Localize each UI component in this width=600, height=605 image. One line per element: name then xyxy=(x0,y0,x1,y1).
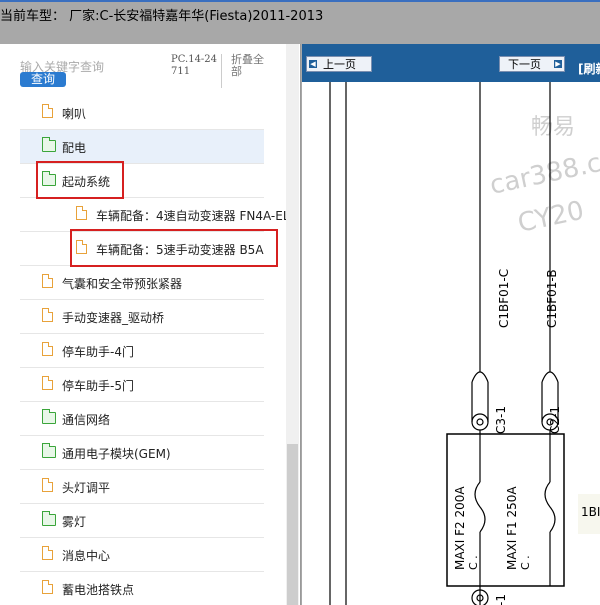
tree-item[interactable]: 蓄电池搭铁点 xyxy=(20,572,264,605)
tree-item-label: 通信网络 xyxy=(62,413,111,427)
document-icon xyxy=(42,104,53,118)
folder-icon xyxy=(42,443,56,458)
tree-item[interactable]: 手动变速器_驱动桥 xyxy=(20,300,264,334)
tree-item[interactable]: 通信网络 xyxy=(20,402,264,436)
folder-icon xyxy=(42,409,56,424)
viewer-toolbar: ◀ 上一页 下一页 ▶ [刷新 xyxy=(302,44,600,82)
document-icon xyxy=(42,308,53,322)
document-icon xyxy=(42,342,53,356)
highlight-box xyxy=(70,229,278,267)
next-page-button[interactable]: 下一页 ▶ xyxy=(499,56,565,72)
tree-scrollbar[interactable] xyxy=(286,44,299,605)
tree-item[interactable]: 通用电子模块(GEM) xyxy=(20,436,264,470)
tree-item-label: 喇叭 xyxy=(62,107,87,121)
prev-page-label: 上一页 xyxy=(323,58,356,71)
arrow-right-icon: ▶ xyxy=(554,60,562,68)
watermark-text-1: 畅易 xyxy=(531,115,575,140)
tree-item[interactable]: 气囊和安全带预张紧器 xyxy=(20,266,264,300)
document-icon xyxy=(42,580,53,594)
pc-number: PC.14-24711 xyxy=(171,54,222,88)
document-icon xyxy=(42,546,53,560)
prev-page-button[interactable]: ◀ 上一页 xyxy=(306,56,372,72)
next-page-label: 下一页 xyxy=(508,58,541,71)
tree-item[interactable]: 车辆配备：4速自动变速器 FN4A-EL xyxy=(20,198,286,232)
document-icon xyxy=(42,274,53,288)
watermark-text-2: car388.c xyxy=(487,148,600,201)
arrow-left-icon: ◀ xyxy=(309,60,317,68)
tree-item-label: 消息中心 xyxy=(62,549,111,563)
tree-item-label: 配电 xyxy=(62,141,87,155)
titlebar-accent-line xyxy=(0,0,600,2)
watermark-text-3: CY20 xyxy=(515,196,586,239)
fuse-label-left: MAXI F2 200A xyxy=(453,486,467,570)
current-vehicle-label: 当前车型： 厂家:C-长安福特嘉年华(Fiesta)2011-2013 xyxy=(0,9,324,24)
pin-label-bottom: C1-1 xyxy=(494,594,508,605)
category-tree: 喇叭 配电 起动系统 车辆配备：4速自动变速器 FN4A-EL 车辆配备：5速手动变速器… xyxy=(0,96,286,605)
pin-label-right: C2-1 xyxy=(548,406,562,434)
diagram-viewer: ◀ 上一页 下一页 ▶ [刷新 畅易 car388.c CY20 C1BF01-… xyxy=(302,44,600,605)
connector-symbol-left xyxy=(471,371,489,431)
pin-label-left: C3-1 xyxy=(494,406,508,434)
collapse-all-button[interactable]: 折叠全部 xyxy=(231,54,271,78)
watermark: 畅易 car388.c CY20 xyxy=(487,115,600,239)
tree-item-label: 手动变速器_驱动桥 xyxy=(62,311,165,325)
tree-item-label: 气囊和安全带预张紧器 xyxy=(62,277,183,291)
document-icon xyxy=(76,206,87,220)
connector-label-left: C1BF01-C xyxy=(497,269,511,328)
document-icon xyxy=(42,478,53,492)
fuse-sub-left: C . xyxy=(467,555,480,570)
fuse-sub-right: C . xyxy=(519,555,532,570)
tree-item-label: 蓄电池搭铁点 xyxy=(62,583,135,597)
window-titlebar: 当前车型： 厂家:C-长安福特嘉年华(Fiesta)2011-2013 xyxy=(0,0,600,44)
tree-item-label: 停车助手-4门 xyxy=(62,345,134,359)
tree-item-label: 雾灯 xyxy=(62,515,87,529)
tree-item[interactable]: 头灯调平 xyxy=(20,470,264,504)
refresh-link[interactable]: [刷新 xyxy=(578,60,600,77)
folder-icon xyxy=(42,137,56,152)
tree-item-label: 车辆配备：4速自动变速器 FN4A-EL xyxy=(96,209,286,223)
tree-item[interactable]: 消息中心 xyxy=(20,538,264,572)
highlight-box xyxy=(36,161,124,199)
tree-item[interactable]: 配电 xyxy=(20,130,264,164)
side-label: 1BI xyxy=(581,505,600,519)
tree-item-label: 停车助手-5门 xyxy=(62,379,134,393)
connector-label-right: C1BF01-B xyxy=(545,269,559,328)
search-button[interactable]: 查询 xyxy=(20,72,66,87)
navigation-pane: 输入关键字查询 查询 PC.14-24711 折叠全部 喇叭 配电 起动系统 车辆配备… xyxy=(0,44,301,605)
wiring-diagram: 畅易 car388.c CY20 C1BF01-C C1BF01-B C3-1 … xyxy=(329,82,600,605)
tree-item[interactable]: 停车助手-4门 xyxy=(20,334,264,368)
tree-item-label: 通用电子模块(GEM) xyxy=(62,447,171,461)
tree-item[interactable]: 雾灯 xyxy=(20,504,264,538)
tree-item[interactable]: 喇叭 xyxy=(20,96,264,130)
fuse-label-right: MAXI F1 250A xyxy=(505,486,519,570)
scrollbar-thumb[interactable] xyxy=(287,444,298,605)
tree-item-label: 头灯调平 xyxy=(62,481,111,495)
document-icon xyxy=(42,376,53,390)
folder-icon xyxy=(42,511,56,526)
tree-item[interactable]: 停车助手-5门 xyxy=(20,368,264,402)
